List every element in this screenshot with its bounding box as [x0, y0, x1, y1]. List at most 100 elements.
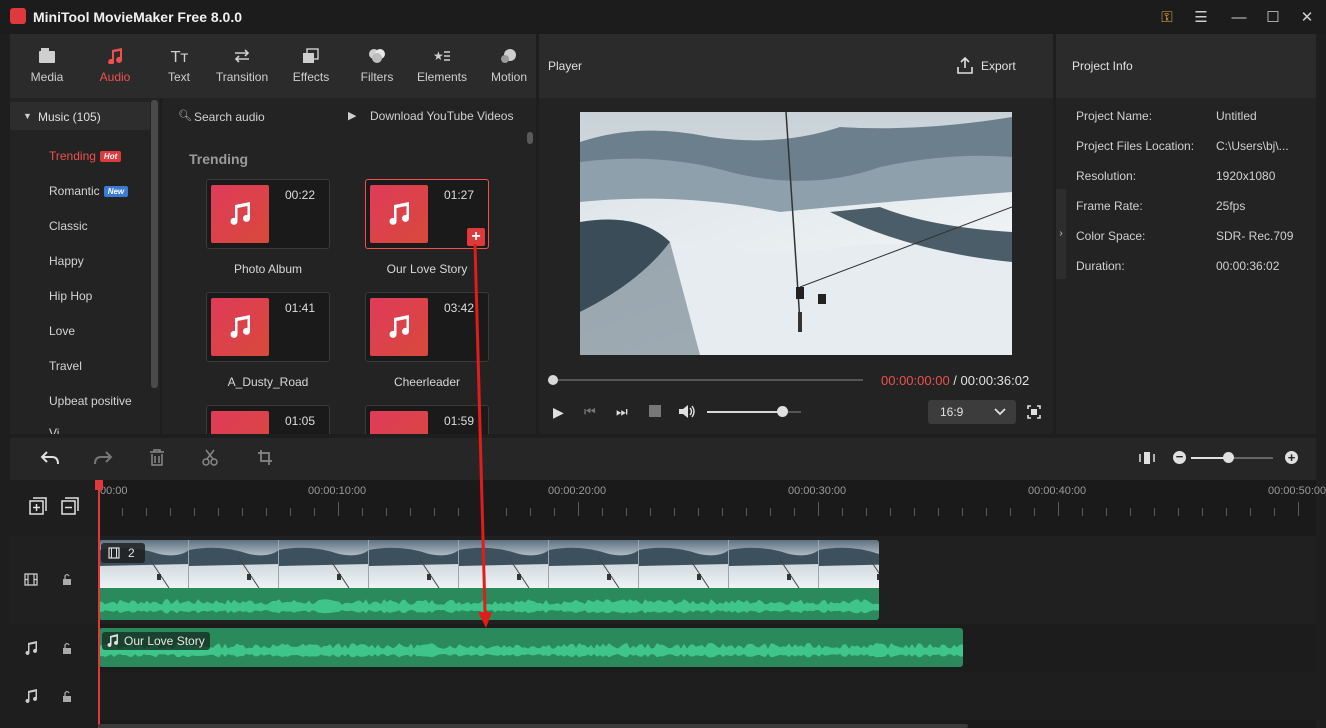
music-note-icon: [107, 634, 118, 647]
remove-track-icon[interactable]: [61, 497, 79, 515]
lock-icon[interactable]: [62, 690, 72, 703]
timeline-area[interactable]: 00:00 00:00:10:00 00:00:20:00 00:00:30:0…: [95, 480, 1326, 728]
tab-filters-label: Filters: [360, 70, 394, 84]
tab-elements[interactable]: ★ Elements: [414, 34, 470, 98]
video-clip[interactable]: 2: [99, 540, 879, 620]
download-youtube-button[interactable]: Download YouTube Videos: [370, 109, 513, 123]
next-frame-button[interactable]: ⏭︎: [616, 404, 628, 420]
total-time: 00:00:36:02: [960, 373, 1030, 388]
previous-frame-button[interactable]: ⏮︎: [584, 404, 596, 420]
info-key: Resolution:: [1076, 169, 1137, 183]
category-hip-hop[interactable]: Hip Hop: [49, 289, 179, 303]
info-value: 25fps: [1216, 199, 1246, 213]
time-ruler[interactable]: [98, 480, 1316, 520]
tab-motion[interactable]: Motion: [486, 34, 532, 98]
delete-icon[interactable]: [149, 449, 165, 466]
music-note-icon: [230, 315, 251, 338]
seek-handle[interactable]: [548, 375, 558, 385]
audio-card-our-love-story[interactable]: 01:27 +: [365, 179, 489, 249]
category-vlog[interactable]: Vi...: [49, 426, 179, 434]
info-value: 00:00:36:02: [1216, 259, 1280, 273]
duration: 01:27: [444, 188, 475, 202]
search-audio-input[interactable]: Search audio: [194, 110, 265, 124]
project-info-panel: Project Info › Project Name: Untitled Pr…: [1056, 34, 1316, 434]
lock-icon[interactable]: [62, 573, 72, 586]
category-upbeat-positive[interactable]: Upbeat positive: [49, 394, 179, 408]
ruler-label: 00:00: [100, 485, 128, 497]
export-button[interactable]: Export: [955, 54, 1041, 78]
split-scissors-icon[interactable]: [202, 449, 218, 466]
redo-icon[interactable]: [93, 450, 113, 466]
playhead-handle[interactable]: [95, 480, 103, 490]
project-info-header: Project Info: [1056, 34, 1316, 98]
music-thumb: [370, 298, 428, 356]
menu-icon[interactable]: ☰: [1186, 5, 1216, 29]
crop-icon[interactable]: [257, 449, 273, 466]
category-love[interactable]: Love: [49, 324, 179, 338]
video-clip-waveform: [99, 588, 879, 620]
chevron-down-icon: [994, 408, 1006, 416]
volume-handle[interactable]: [777, 406, 789, 417]
tab-audio-label: Audio: [99, 70, 131, 84]
close-icon[interactable]: ✕: [1292, 5, 1322, 29]
maximize-icon[interactable]: ☐: [1258, 5, 1288, 29]
list-scrollbar[interactable]: [527, 132, 533, 144]
title-bar: MiniTool MovieMaker Free 8.0.0 ⚿ ☰ — ☐ ✕: [0, 0, 1326, 34]
volume-icon[interactable]: [678, 404, 696, 419]
tab-effects[interactable]: Effects: [288, 34, 334, 98]
zoom-out-button[interactable]: −: [1173, 450, 1186, 464]
tab-filters[interactable]: Filters: [354, 34, 400, 98]
collapse-panel-handle[interactable]: ›: [1056, 189, 1066, 279]
category-romantic[interactable]: Romantic New: [49, 184, 179, 198]
audio-list-panel: 🔍︎ Search audio ▶ Download YouTube Video…: [162, 98, 536, 434]
audio-name: A_Dusty_Road: [227, 375, 309, 389]
svg-text:Tт: Tт: [170, 48, 188, 64]
fullscreen-icon[interactable]: [1027, 405, 1041, 419]
audio-card-cheerleader[interactable]: 03:42: [365, 292, 489, 362]
film-icon: [108, 547, 120, 559]
video-preview[interactable]: [580, 112, 1012, 355]
timeline-scrollbar[interactable]: [98, 724, 968, 728]
aspect-ratio-select[interactable]: 16:9: [928, 400, 1016, 424]
tab-elements-label: Elements: [416, 70, 468, 84]
tab-media[interactable]: Media: [24, 34, 70, 98]
add-to-timeline-button[interactable]: +: [467, 228, 485, 246]
fit-timeline-icon[interactable]: [1139, 450, 1155, 466]
playhead[interactable]: [98, 480, 100, 728]
music-thumb: [370, 185, 428, 243]
zoom-in-button[interactable]: +: [1285, 451, 1298, 464]
minimize-icon[interactable]: —: [1224, 5, 1254, 29]
music-thumb: [211, 298, 269, 356]
time-readout: 00:00:00:00 / 00:00:36:02: [881, 373, 1029, 388]
seek-track[interactable]: [553, 379, 863, 381]
audio-card-partial[interactable]: 01:59: [365, 405, 489, 434]
tab-transition[interactable]: Transition: [212, 34, 272, 98]
category-travel[interactable]: Travel: [49, 359, 179, 373]
category-label: Trending: [49, 149, 96, 163]
audio-clip[interactable]: Our Love Story: [99, 628, 963, 667]
category-classic[interactable]: Classic: [49, 219, 179, 233]
player-panel: Player Export 00:00:00:00 / 00:00:36:02 …: [539, 34, 1053, 434]
play-button[interactable]: ▶: [553, 404, 564, 421]
audio-name: Photo Album: [233, 262, 303, 276]
category-scrollbar[interactable]: [151, 100, 158, 388]
player-title: Player: [548, 59, 583, 73]
category-trending[interactable]: Trending Hot: [49, 149, 179, 163]
undo-icon[interactable]: [40, 450, 60, 466]
stop-button[interactable]: [649, 405, 661, 417]
tab-text[interactable]: Tт Text: [156, 34, 202, 98]
audio-card-photo-album[interactable]: 00:22: [206, 179, 330, 249]
zoom-handle[interactable]: [1222, 452, 1234, 463]
duration: 01:41: [285, 301, 316, 315]
audio-card-a-dusty-road[interactable]: 01:41: [206, 292, 330, 362]
key-icon[interactable]: ⚿: [1152, 5, 1182, 29]
tab-audio[interactable]: Audio: [92, 34, 138, 98]
add-track-icon[interactable]: [29, 497, 47, 515]
music-thumb: [211, 185, 269, 243]
export-label: Export: [981, 59, 1016, 73]
effects-icon: [303, 48, 319, 63]
category-happy[interactable]: Happy: [49, 254, 179, 268]
lock-icon[interactable]: [62, 642, 72, 655]
ruler-label: 00:00:30:00: [788, 485, 847, 497]
audio-card-partial[interactable]: 01:05: [206, 405, 330, 434]
